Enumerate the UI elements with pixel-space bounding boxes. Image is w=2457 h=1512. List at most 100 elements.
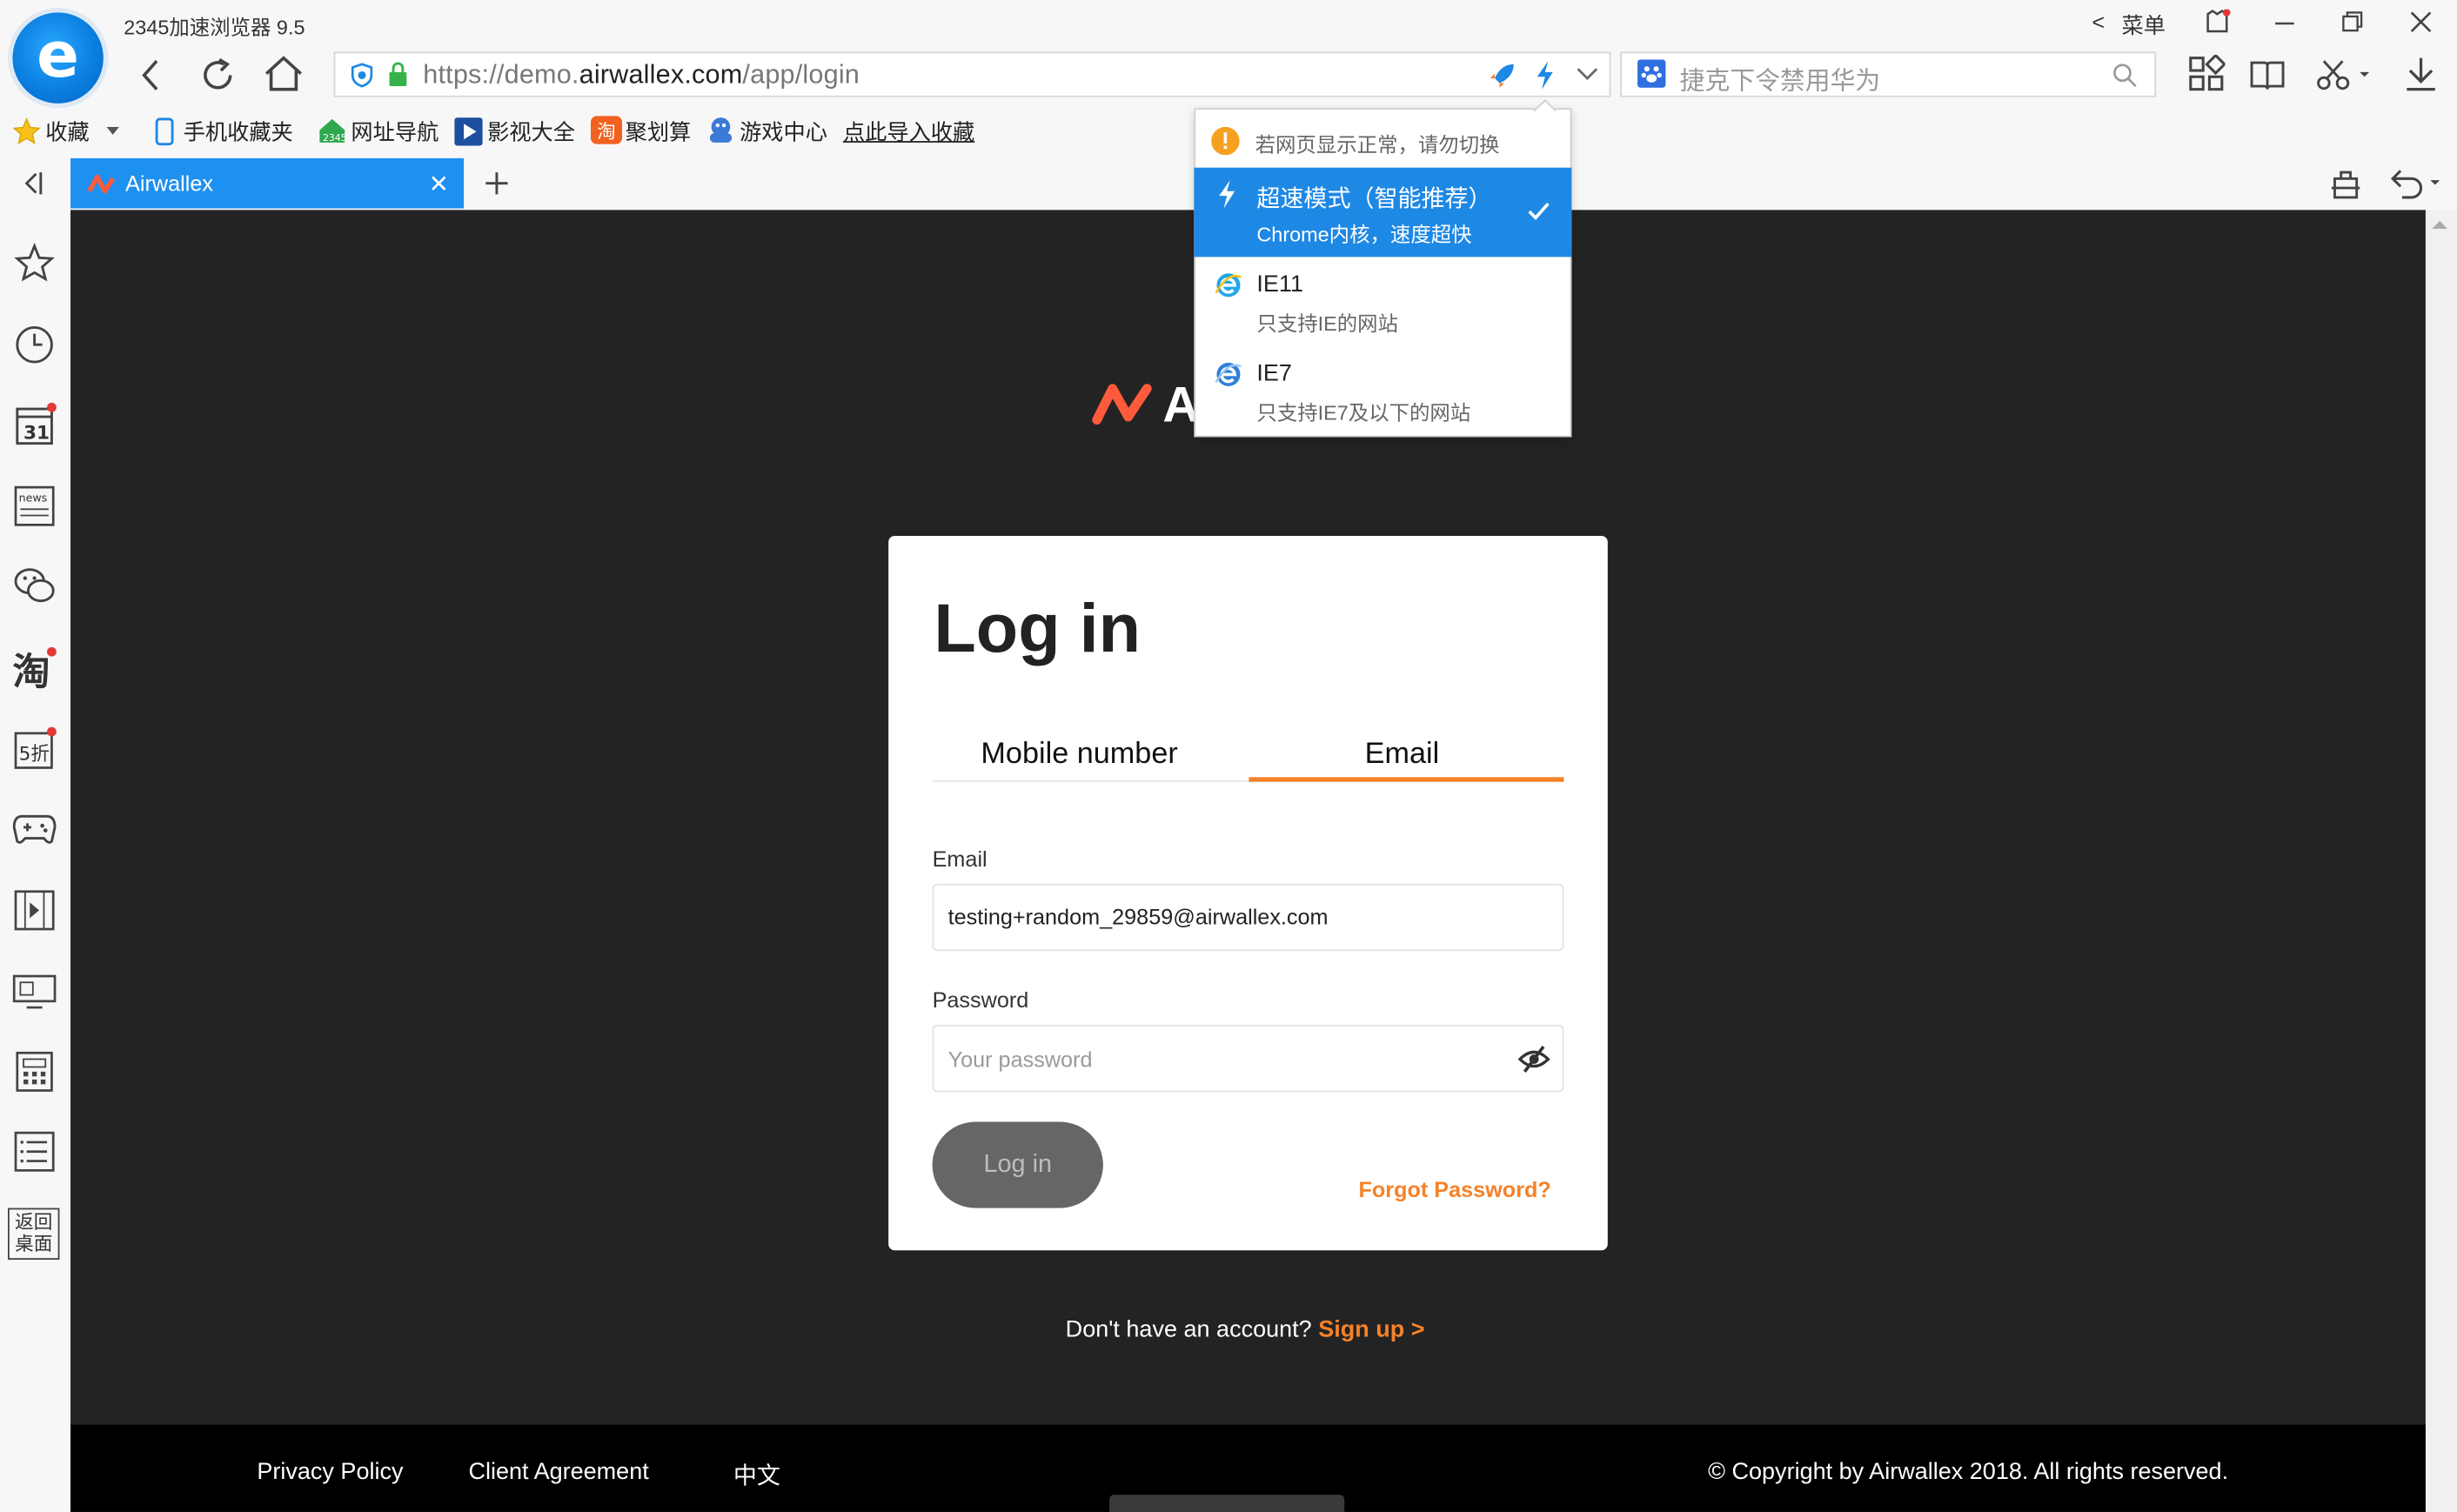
sidebar-list-icon[interactable]	[14, 1131, 55, 1172]
search-icon[interactable]	[2112, 63, 2138, 88]
scrollbar[interactable]	[2425, 210, 2457, 1512]
sidebar-taobao-icon[interactable]: 淘	[12, 646, 57, 691]
bookmark-nav[interactable]: 网址导航	[351, 116, 439, 147]
login-submit-button[interactable]: Log in	[932, 1121, 1103, 1208]
mode-option-ie7-subtitle[interactable]: 只支持IE7及以下的网站	[1256, 397, 1470, 426]
mode-option-speed-subtitle[interactable]: Chrome内核，速度超快	[1256, 217, 1471, 247]
shield-icon[interactable]	[350, 63, 375, 88]
house-icon: 2345	[317, 116, 348, 144]
reader-icon[interactable]	[2248, 58, 2286, 93]
bookmark-mobile[interactable]: 手机收藏夹	[184, 116, 293, 147]
mode-option-ie11-subtitle[interactable]: 只支持IE的网站	[1256, 307, 1398, 337]
svg-text:淘: 淘	[12, 651, 50, 691]
skin-icon[interactable]	[2203, 9, 2231, 35]
home-icon[interactable]	[264, 55, 305, 92]
bookmark-import[interactable]: 点此导入收藏	[843, 116, 974, 147]
url-text[interactable]: https://demo.airwallex.com/app/login	[423, 59, 860, 90]
toggle-password-visibility-icon[interactable]	[1516, 1043, 1551, 1074]
warning-icon	[1211, 126, 1240, 156]
copyright-text: © Copyright by Airwallex 2018. All right…	[1708, 1458, 2229, 1486]
browser-logo-icon: e	[12, 12, 104, 104]
signup-link[interactable]: Sign up >	[1318, 1316, 1424, 1343]
app-title: 2345加速浏览器 9.5	[124, 16, 305, 40]
gamepad-icon	[706, 116, 734, 144]
sidebar-wechat-icon[interactable]	[12, 565, 56, 606]
forgot-password-link[interactable]: Forgot Password?	[1358, 1177, 1550, 1202]
apps-icon[interactable]	[2187, 55, 2226, 92]
sidebar-desktop-icon[interactable]	[12, 973, 57, 1010]
mode-option-ie11-title[interactable]: IE11	[1256, 271, 1303, 298]
lightning-mode-icon[interactable]	[1536, 61, 1555, 90]
menu-back-icon[interactable]: <	[2092, 10, 2105, 35]
new-tab-icon[interactable]	[483, 170, 511, 197]
screenshot-scissors-icon[interactable]	[2316, 58, 2373, 93]
undo-close-icon[interactable]	[2388, 168, 2445, 199]
ie11-icon	[1215, 271, 1242, 299]
baidu-paw-icon	[1637, 59, 1666, 88]
airwallex-logo-icon	[1090, 379, 1156, 426]
bookmark-games[interactable]: 游戏中心	[740, 116, 827, 147]
caret-down-icon[interactable]	[106, 126, 119, 137]
svg-text:2345: 2345	[323, 132, 346, 144]
restore-icon[interactable]	[2341, 10, 2363, 35]
rocket-icon[interactable]	[1489, 63, 1516, 90]
star-icon	[12, 117, 41, 145]
sidebar-history-icon[interactable]	[14, 324, 55, 365]
svg-text:淘: 淘	[597, 121, 616, 143]
search-input[interactable]: 捷克下令禁用华为	[1680, 59, 1881, 97]
minimize-icon[interactable]	[2273, 10, 2295, 35]
download-icon[interactable]	[2404, 55, 2439, 92]
menu-button[interactable]: 菜单	[2122, 10, 2166, 41]
phone-icon	[155, 117, 174, 146]
active-tab-indicator	[1249, 777, 1564, 782]
sidebar-video-icon[interactable]	[14, 890, 55, 931]
title-bar	[0, 0, 2457, 47]
dropdown-warning: 若网页显示正常，请勿切换	[1255, 133, 1500, 157]
checkmark-icon	[1526, 201, 1551, 223]
login-title: Log in	[934, 590, 1141, 668]
signup-prompt: Don't have an account?	[1065, 1315, 1312, 1343]
lightning-icon	[1217, 180, 1236, 209]
ie7-icon	[1215, 360, 1242, 388]
sidebar-news-icon[interactable]: news	[14, 485, 55, 526]
taobao-icon: 淘	[590, 116, 622, 144]
mode-option-ie7-title[interactable]: IE7	[1256, 360, 1292, 387]
svg-text:news: news	[19, 491, 48, 504]
signup-row: Don't have an account? Sign up >	[1066, 1316, 1425, 1343]
password-label: Password	[932, 987, 1029, 1013]
email-value[interactable]: testing+random_29859@airwallex.com	[948, 904, 1329, 929]
lock-icon	[387, 61, 409, 88]
status-tooltip	[1109, 1495, 1345, 1512]
tab-email[interactable]: Email	[1365, 738, 1440, 773]
sidebar-back-desktop[interactable]: 返回桌面	[8, 1208, 60, 1261]
tab-label[interactable]: Airwallex	[125, 171, 213, 196]
mode-option-speed-title[interactable]: 超速模式（智能推荐）	[1256, 182, 1491, 215]
language-switch-link[interactable]: 中文	[733, 1459, 780, 1492]
email-label: Email	[932, 846, 987, 872]
sidebar-discount-icon[interactable]: 5折	[14, 726, 57, 771]
film-icon	[454, 117, 483, 146]
bookmark-favorites[interactable]: 收藏	[45, 116, 89, 147]
svg-text:31: 31	[23, 422, 50, 444]
bookmark-video[interactable]: 影视大全	[487, 116, 575, 147]
scroll-up-icon[interactable]	[2430, 217, 2449, 230]
sidebar-calendar-icon[interactable]: 31	[14, 402, 57, 446]
sidebar-calculator-icon[interactable]	[14, 1051, 55, 1092]
close-window-icon[interactable]	[2410, 10, 2432, 35]
tab-mobile-number[interactable]: Mobile number	[981, 738, 1177, 773]
browser-window: e 2345加速浏览器 9.5 < 菜单 https://demo.airwal…	[0, 0, 2457, 1512]
refresh-icon[interactable]	[199, 57, 237, 94]
client-agreement-link[interactable]: Client Agreement	[468, 1459, 648, 1486]
collapse-sidebar-icon[interactable]	[20, 170, 45, 197]
airwallex-favicon-icon	[86, 172, 117, 194]
sidebar-game-icon[interactable]	[12, 812, 57, 846]
extension-icon[interactable]	[2328, 166, 2363, 201]
close-tab-icon[interactable]	[429, 174, 448, 193]
privacy-policy-link[interactable]: Privacy Policy	[257, 1459, 403, 1486]
sidebar-favorites-icon[interactable]	[14, 243, 55, 284]
password-placeholder[interactable]: Your password	[948, 1047, 1093, 1072]
bookmark-juhuasuan[interactable]: 聚划算	[626, 116, 692, 147]
back-icon[interactable]	[139, 58, 161, 93]
dropdown-pointer	[1534, 98, 1557, 111]
chevron-down-icon[interactable]	[1575, 64, 1600, 84]
